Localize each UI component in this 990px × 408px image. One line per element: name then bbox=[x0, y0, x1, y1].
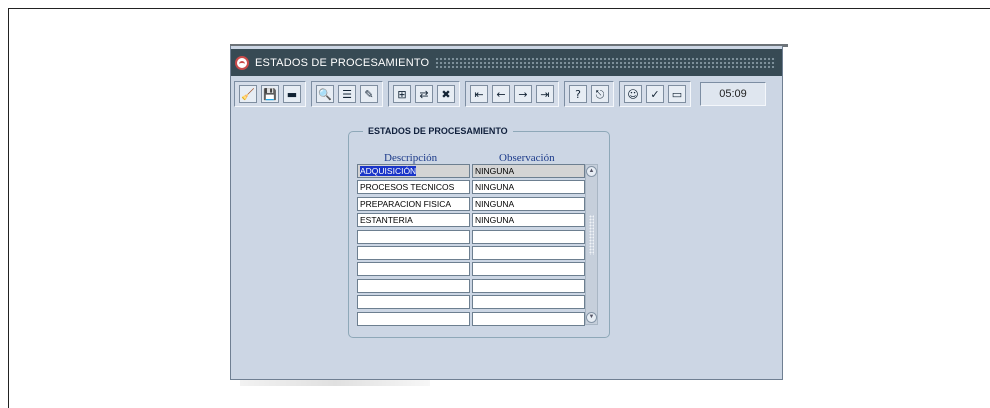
clock-display: 05:09 bbox=[700, 82, 766, 106]
descripcion-field[interactable]: ESTANTERIA bbox=[357, 213, 470, 228]
titlebar-pattern bbox=[435, 57, 776, 68]
observacion-field[interactable] bbox=[472, 245, 585, 260]
scroll-up-icon[interactable]: ▲ bbox=[586, 166, 597, 177]
toolbar: 🧹 💾 ▬ 🔍 ☰ ✎ ⊞ ⇄ ✖ ⇤ ← → ⇥? ⎋ ☺ ✓ ▭ 05:09 bbox=[234, 79, 779, 109]
descripcion-field[interactable]: ADQUISICIÓN bbox=[357, 164, 470, 178]
column-header-observacion: Observación bbox=[499, 152, 555, 164]
user-icon[interactable]: ☺ bbox=[624, 85, 642, 103]
descripcion-field[interactable] bbox=[357, 229, 470, 244]
descripcion-field[interactable] bbox=[357, 295, 470, 310]
printer-icon[interactable]: ▬ bbox=[283, 85, 301, 103]
toolbar-group-3: ⊞ ⇄ ✖ bbox=[388, 81, 460, 107]
scroll-grip[interactable] bbox=[589, 215, 594, 255]
insert-record-icon[interactable]: ⊞ bbox=[393, 85, 411, 103]
toolbar-group-5: ? ⎋ bbox=[564, 81, 614, 107]
table-row bbox=[357, 262, 587, 278]
descripcion-field[interactable] bbox=[357, 262, 470, 277]
window-shadow bbox=[240, 380, 430, 386]
observacion-field[interactable]: NINGUNA bbox=[472, 196, 585, 211]
oracle-app-icon[interactable] bbox=[235, 55, 249, 70]
toolbar-group-6: ☺ ✓ ▭ bbox=[619, 81, 691, 107]
calendar-icon[interactable]: ▭ bbox=[668, 85, 686, 103]
observacion-field[interactable] bbox=[472, 278, 585, 293]
records-grid: ADQUISICIÓN NINGUNA PROCESOS TECNICOS NINGU… bbox=[357, 164, 587, 328]
broom-icon[interactable]: 🧹 bbox=[239, 85, 257, 103]
observacion-field[interactable]: NINGUNA bbox=[472, 164, 585, 178]
toolbar-group-1: 🧹 💾 ▬ bbox=[234, 81, 306, 107]
previous-record-icon[interactable]: ← bbox=[492, 85, 510, 103]
descripcion-field[interactable]: PROCESOS TECNICOS bbox=[357, 180, 470, 195]
magnifier-icon[interactable]: 🔍 bbox=[316, 85, 334, 103]
column-header-descripcion: Descripción bbox=[384, 152, 438, 164]
observacion-field[interactable]: NINGUNA bbox=[472, 180, 585, 195]
observacion-field[interactable] bbox=[472, 295, 585, 310]
list-icon[interactable]: ☰ bbox=[338, 85, 356, 103]
table-row: PROCESOS TECNICOS NINGUNA bbox=[357, 180, 587, 196]
window-titlebar[interactable]: ESTADOS DE PROCESAMIENTO bbox=[231, 49, 782, 76]
toolbar-group-4: ⇤ ← → ⇥ bbox=[465, 81, 559, 107]
descripcion-field[interactable] bbox=[357, 278, 470, 293]
table-row bbox=[357, 245, 587, 262]
frame-title: ESTADOS DE PROCESAMIENTO bbox=[368, 126, 508, 136]
last-record-icon[interactable]: ⇥ bbox=[536, 85, 554, 103]
check-icon[interactable]: ✓ bbox=[646, 85, 664, 103]
help-icon[interactable]: ? bbox=[569, 85, 587, 103]
descripcion-field[interactable] bbox=[357, 245, 470, 260]
scroll-down-icon[interactable]: ▼ bbox=[586, 312, 597, 323]
edit-icon[interactable]: ✎ bbox=[360, 85, 378, 103]
observacion-field[interactable] bbox=[472, 262, 585, 277]
toolbar-group-2: 🔍 ☰ ✎ bbox=[311, 81, 383, 107]
table-row bbox=[357, 295, 587, 311]
table-row bbox=[357, 229, 587, 246]
first-record-icon[interactable]: ⇤ bbox=[470, 85, 488, 103]
next-record-icon[interactable]: → bbox=[514, 85, 532, 103]
table-row: ADQUISICIÓN NINGUNA bbox=[357, 164, 587, 180]
selected-text: ADQUISICIÓN bbox=[360, 166, 417, 176]
descripcion-field[interactable] bbox=[357, 311, 470, 326]
exit-icon[interactable]: ⎋ bbox=[591, 85, 609, 103]
table-row bbox=[357, 311, 587, 328]
observacion-field[interactable] bbox=[472, 229, 585, 244]
delete-record-icon[interactable]: ✖ bbox=[437, 85, 455, 103]
table-row bbox=[357, 278, 587, 295]
descripcion-field[interactable]: PREPARACION FISICA bbox=[357, 196, 470, 211]
duplicate-record-icon[interactable]: ⇄ bbox=[415, 85, 433, 103]
form-window: ESTADOS DE PROCESAMIENTO 🧹 💾 ▬ 🔍 ☰ ✎ ⊞ ⇄ ✖ ⇤ ← → ⇥? ⎋… bbox=[230, 46, 783, 380]
save-icon[interactable]: 💾 bbox=[261, 85, 279, 103]
table-row: PREPARACION FISICA NINGUNA bbox=[357, 196, 587, 213]
observacion-field[interactable] bbox=[472, 311, 585, 326]
observacion-field[interactable]: NINGUNA bbox=[472, 213, 585, 228]
window-title: ESTADOS DE PROCESAMIENTO bbox=[255, 56, 430, 69]
table-row: ESTANTERIA NINGUNA bbox=[357, 213, 587, 229]
vertical-scrollbar[interactable]: ▲ ▼ bbox=[585, 164, 598, 325]
